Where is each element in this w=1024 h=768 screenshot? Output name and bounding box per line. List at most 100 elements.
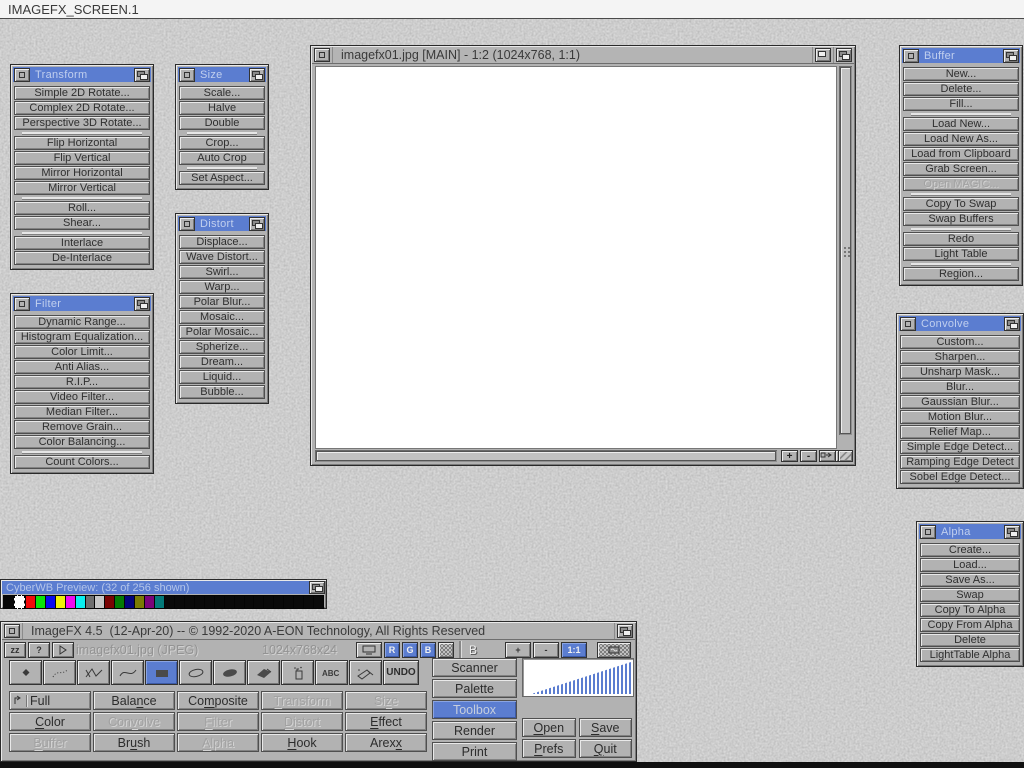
page-button[interactable]: Render <box>432 721 517 740</box>
color-swatch[interactable] <box>195 596 204 608</box>
freehand-tool-icon[interactable] <box>43 660 76 685</box>
menu-button[interactable]: Delete <box>920 633 1020 647</box>
play-icon[interactable] <box>52 642 74 658</box>
close-icon[interactable] <box>179 217 195 231</box>
zoom-in-button[interactable]: + <box>781 450 798 462</box>
menu-button[interactable]: Gaussian Blur... <box>900 395 1020 409</box>
monitor-icon[interactable] <box>356 642 382 658</box>
command-button[interactable]: Size <box>345 691 427 710</box>
horizontal-scroll-thumb[interactable] <box>316 451 776 461</box>
color-swatch[interactable] <box>46 596 55 608</box>
menu-button[interactable]: Region... <box>903 267 1019 281</box>
size-titlebar[interactable]: Size <box>178 67 266 82</box>
menu-button[interactable]: Load New As... <box>903 132 1019 146</box>
color-swatch[interactable] <box>66 596 75 608</box>
color-swatch[interactable] <box>304 596 313 608</box>
menu-button[interactable]: Displace... <box>179 235 265 249</box>
menu-button[interactable]: Mosaic... <box>179 310 265 324</box>
page-button[interactable]: Palette <box>432 679 517 698</box>
color-swatch[interactable] <box>175 596 184 608</box>
zoom-out-button[interactable]: - <box>533 642 559 658</box>
menu-button[interactable]: New... <box>903 67 1019 81</box>
menu-button[interactable]: Polar Blur... <box>179 295 265 309</box>
menu-button[interactable]: Color Balancing... <box>14 435 150 449</box>
menu-button[interactable]: Copy To Swap <box>903 197 1019 211</box>
menu-button[interactable]: Flip Horizontal <box>14 136 150 150</box>
color-swatch[interactable] <box>105 596 114 608</box>
page-button[interactable]: Print <box>432 742 517 761</box>
menu-button[interactable]: LightTable Alpha <box>920 648 1020 662</box>
buffer-titlebar[interactable]: Buffer <box>902 48 1020 63</box>
menu-button[interactable]: Spherize... <box>179 340 265 354</box>
close-icon[interactable] <box>900 317 916 331</box>
menu-button[interactable]: Save As... <box>920 573 1020 587</box>
spray-can-tool-icon[interactable] <box>281 660 314 685</box>
zoom-1to1-button[interactable]: 1:1 <box>561 642 587 658</box>
menu-button[interactable]: Video Filter... <box>14 390 150 404</box>
menu-button[interactable]: Polar Mosaic... <box>179 325 265 339</box>
menu-button[interactable]: Ramping Edge Detect <box>900 455 1020 469</box>
menu-button[interactable]: Count Colors... <box>14 455 150 469</box>
close-icon[interactable] <box>920 525 936 539</box>
menu-button[interactable]: Fill... <box>903 97 1019 111</box>
color-swatch[interactable] <box>125 596 134 608</box>
menu-button[interactable]: Copy To Alpha <box>920 603 1020 617</box>
page-button[interactable]: Toolbox <box>432 700 517 719</box>
help-button[interactable]: ? <box>28 642 50 658</box>
color-swatch[interactable] <box>185 596 194 608</box>
color-swatch[interactable] <box>95 596 104 608</box>
zoom-in-button[interactable]: + <box>505 642 531 658</box>
color-swatch[interactable] <box>14 595 25 609</box>
color-swatch[interactable] <box>115 596 124 608</box>
color-swatch[interactable] <box>145 596 154 608</box>
depth-icon[interactable] <box>1004 317 1020 331</box>
color-swatch[interactable] <box>56 596 65 608</box>
color-swatch[interactable] <box>205 596 214 608</box>
color-swatch[interactable] <box>294 596 303 608</box>
menu-button[interactable]: Load New... <box>903 117 1019 131</box>
menu-button[interactable]: Simple 2D Rotate... <box>14 86 150 100</box>
menu-button[interactable]: Grab Screen... <box>903 162 1019 176</box>
menu-button[interactable]: Halve <box>179 101 265 115</box>
brush-tool-icon[interactable] <box>247 660 280 685</box>
filled-ellipse-tool-icon[interactable] <box>213 660 246 685</box>
menu-button[interactable]: Motion Blur... <box>900 410 1020 424</box>
convolve-titlebar[interactable]: Convolve <box>899 316 1021 331</box>
color-swatch[interactable] <box>215 596 224 608</box>
command-button[interactable]: Convolve <box>93 712 175 731</box>
menu-button[interactable]: Dream... <box>179 355 265 369</box>
polygon-tool-icon[interactable] <box>77 660 110 685</box>
zoom-out-button[interactable]: - <box>800 450 817 462</box>
color-swatch[interactable] <box>135 596 144 608</box>
pan-icon[interactable] <box>819 450 836 462</box>
menu-button[interactable]: Complex 2D Rotate... <box>14 101 150 115</box>
menu-button[interactable]: Shear... <box>14 216 150 230</box>
command-button[interactable]: Arexx <box>345 733 427 752</box>
depth-icon[interactable] <box>309 581 325 594</box>
menu-button[interactable]: Crop... <box>179 136 265 150</box>
close-icon[interactable] <box>903 49 919 63</box>
menu-button[interactable]: Remove Grain... <box>14 420 150 434</box>
menu-button[interactable]: Set Aspect... <box>179 171 265 185</box>
close-icon[interactable] <box>179 68 195 82</box>
page-button[interactable]: Scanner <box>432 658 517 677</box>
menu-button[interactable]: Dynamic Range... <box>14 315 150 329</box>
color-swatch[interactable] <box>4 596 13 608</box>
menu-button[interactable]: Load... <box>920 558 1020 572</box>
transform-titlebar[interactable]: Transform <box>13 67 151 82</box>
menu-button[interactable]: Delete... <box>903 82 1019 96</box>
sleep-button[interactable]: zz <box>4 642 26 658</box>
color-swatch[interactable] <box>225 596 234 608</box>
vertical-scrollbar[interactable] <box>839 66 852 435</box>
menu-button[interactable]: Interlace <box>14 236 150 250</box>
command-button[interactable]: Alpha <box>177 733 259 752</box>
menu-button[interactable]: Liquid... <box>179 370 265 384</box>
menu-button[interactable]: Anti Alias... <box>14 360 150 374</box>
horizontal-scrollbar[interactable] <box>315 450 777 462</box>
ellipse-tool-icon[interactable] <box>179 660 212 685</box>
color-swatch[interactable] <box>254 596 263 608</box>
vertical-scroll-thumb[interactable] <box>840 67 851 434</box>
menu-button[interactable]: Swap Buffers <box>903 212 1019 226</box>
close-icon[interactable] <box>14 68 30 82</box>
menu-button[interactable]: Load from Clipboard <box>903 147 1019 161</box>
